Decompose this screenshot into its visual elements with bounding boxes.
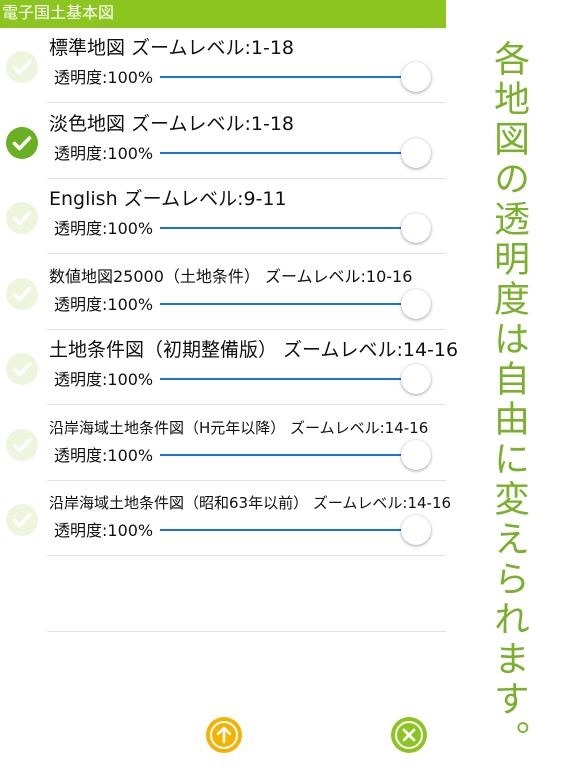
- layer-checkbox-icon[interactable]: [6, 277, 38, 310]
- header-title: 電子国土基本図: [2, 3, 115, 22]
- layer-row: English ズームレベル:9-11 透明度:100%: [0, 179, 446, 254]
- layer-title: 沿岸海域土地条件図（昭和63年以前） ズームレベル:14-16: [49, 494, 452, 512]
- opacity-label: 透明度:100%: [54, 219, 154, 238]
- list-end-divider: [47, 631, 446, 632]
- opacity-slider-track[interactable]: [160, 378, 416, 380]
- opacity-slider-thumb[interactable]: [401, 213, 431, 243]
- opacity-label: 透明度:100%: [54, 445, 154, 465]
- layer-row: 標準地図 ズームレベル:1-18 透明度:100%: [0, 28, 446, 103]
- opacity-slider-track[interactable]: [160, 227, 416, 229]
- layer-checkbox-icon[interactable]: [6, 126, 38, 159]
- opacity-slider-track[interactable]: [160, 529, 416, 531]
- layer-row: 沿岸海域土地条件図（昭和63年以前） ズームレベル:14-16 透明度:100%: [0, 481, 451, 556]
- layer-panel: 電子国土基本図 標準地図 ズームレベル:1-18 透明度:100% 淡色地図 ズーム…: [0, 0, 458, 768]
- layer-title: 沿岸海域土地条件図（H元年以降） ズームレベル:14-16: [49, 418, 429, 437]
- opacity-slider-track[interactable]: [160, 76, 416, 78]
- opacity-slider-thumb[interactable]: [401, 288, 431, 319]
- scroll-up-button[interactable]: [205, 716, 243, 754]
- opacity-slider-track[interactable]: [160, 453, 416, 456]
- opacity-slider-thumb[interactable]: [401, 62, 431, 92]
- screen: 電子国土基本図 標準地図 ズームレベル:1-18 透明度:100% 淡色地図 ズーム…: [0, 0, 576, 768]
- opacity-slider-track[interactable]: [160, 151, 416, 154]
- layer-checkbox-icon[interactable]: [6, 504, 38, 536]
- arrow-up-icon: [206, 717, 242, 753]
- layer-title: 数値地図25000（土地条件） ズームレベル:10-16: [49, 266, 413, 286]
- layer-checkbox-icon[interactable]: [6, 353, 38, 385]
- layer-title: 土地条件図（初期整備版） ズームレベル:14-16: [49, 339, 459, 361]
- opacity-slider-thumb[interactable]: [401, 515, 431, 545]
- opacity-label: 透明度:100%: [54, 143, 154, 163]
- opacity-label: 透明度:100%: [54, 521, 154, 540]
- layer-title: English ズームレベル:9-11: [49, 188, 287, 210]
- layer-row: 淡色地図 ズームレベル:1-18 透明度:100%: [0, 104, 446, 179]
- layer-row: 土地条件図（初期整備版） ズームレベル:14-16 透明度:100%: [0, 330, 458, 405]
- opacity-label: 透明度:100%: [54, 294, 154, 314]
- close-icon: [391, 717, 427, 753]
- row-divider: [47, 555, 446, 556]
- opacity-label: 透明度:100%: [54, 68, 154, 87]
- layer-checkbox-icon[interactable]: [6, 202, 38, 234]
- opacity-slider-thumb[interactable]: [401, 364, 431, 394]
- layer-checkbox-icon[interactable]: [6, 51, 38, 83]
- header-bar: 電子国土基本図: [0, 0, 446, 28]
- layer-title: 標準地図 ズームレベル:1-18: [49, 37, 294, 59]
- layer-row: 数値地図25000（土地条件） ズームレベル:10-16 透明度:100%: [0, 255, 446, 330]
- opacity-slider-thumb[interactable]: [401, 137, 431, 168]
- layer-title: 淡色地図 ズームレベル:1-18: [49, 112, 294, 135]
- opacity-slider-track[interactable]: [160, 302, 416, 305]
- layer-row: 沿岸海域土地条件図（H元年以降） ズームレベル:14-16 透明度:100%: [0, 406, 446, 481]
- opacity-slider-thumb[interactable]: [401, 439, 431, 470]
- layer-checkbox-icon[interactable]: [6, 428, 38, 461]
- promo-caption: 各地図の透明度は自由に変えられます。: [488, 40, 529, 760]
- close-button[interactable]: [390, 716, 428, 754]
- opacity-label: 透明度:100%: [54, 370, 154, 389]
